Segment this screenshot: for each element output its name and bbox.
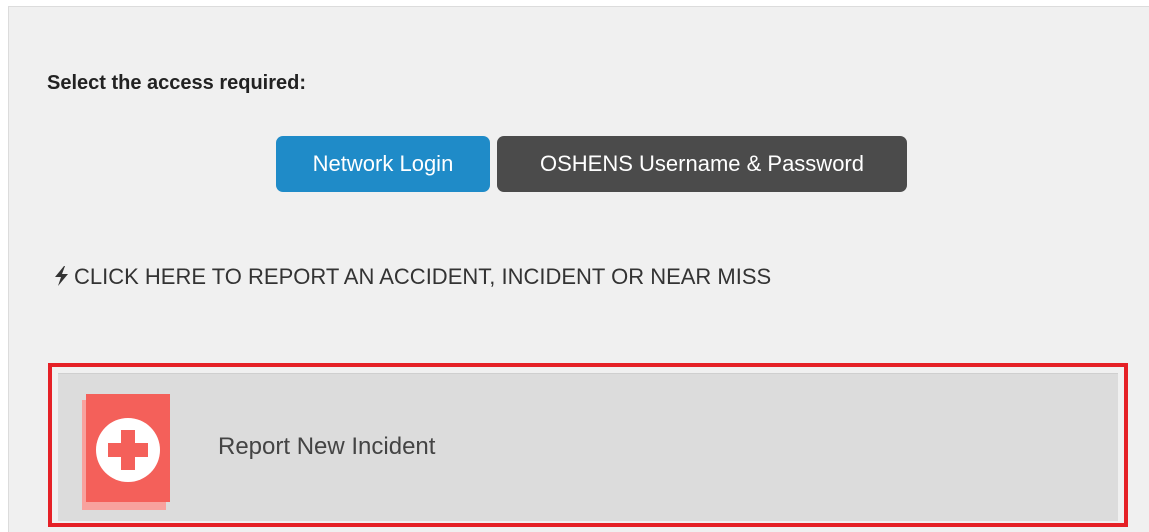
network-login-button[interactable]: Network Login [276, 136, 490, 192]
report-incident-link-text: CLICK HERE TO REPORT AN ACCIDENT, INCIDE… [74, 264, 772, 289]
report-new-incident-tile[interactable]: Report New Incident [48, 363, 1128, 527]
login-panel: Select the access required: Network Logi… [8, 6, 1149, 532]
report-new-incident-tile-body: Report New Incident [58, 373, 1118, 521]
oshens-login-button[interactable]: OSHENS Username & Password [497, 136, 907, 192]
report-new-incident-label: Report New Incident [218, 433, 436, 460]
access-prompt: Select the access required: [47, 72, 307, 94]
report-incident-link[interactable]: CLICK HERE TO REPORT AN ACCIDENT, INCIDE… [37, 255, 797, 299]
medical-plus-icon [78, 394, 174, 512]
bolt-icon [53, 257, 71, 286]
